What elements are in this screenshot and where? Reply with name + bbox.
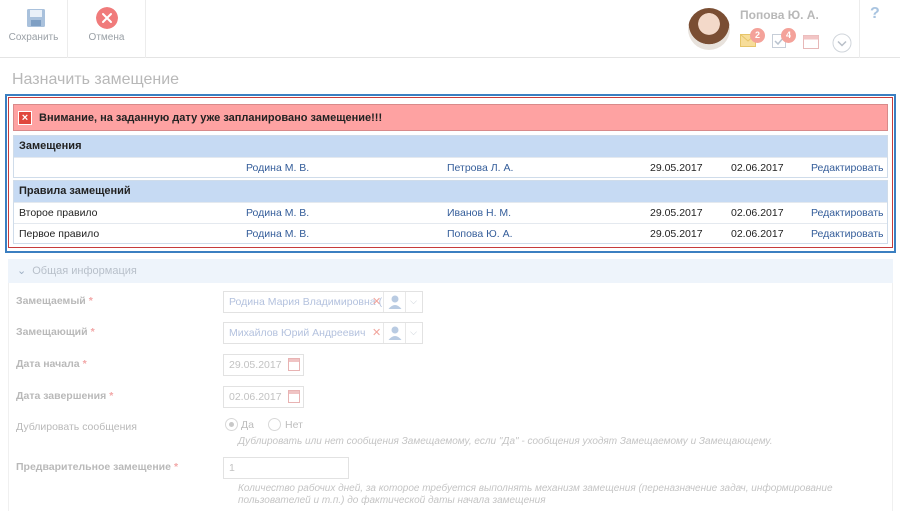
start-date: 29.05.2017 (650, 207, 703, 219)
form-body (8, 283, 893, 511)
substitutions-group: Замещения Родина М. В. Петрова Л. А. 29.… (13, 135, 888, 178)
table-row: Родина М. В. Петрова Л. А. 29.05.2017 02… (14, 157, 887, 178)
toolbar: Сохранить Отмена Попова Ю. А. 2 4 ? (0, 0, 900, 58)
radio-yes[interactable] (225, 418, 238, 431)
replaced-link[interactable]: Родина М. В. (246, 207, 309, 219)
rule-name: Второе правило (19, 207, 98, 219)
end-date: 02.06.2017 (731, 207, 784, 219)
save-label: Сохранить (8, 32, 59, 43)
replacer-link[interactable]: Попова Ю. А. (447, 228, 513, 240)
user-icon[interactable] (383, 323, 405, 343)
radio-no-label: Нет (285, 419, 303, 431)
calendar-icon[interactable] (288, 390, 300, 403)
save-button[interactable]: Сохранить (0, 0, 68, 58)
mail-badge: 2 (750, 28, 765, 43)
replaced-link[interactable]: Родина М. В. (246, 228, 309, 240)
start-date: 29.05.2017 (650, 162, 703, 174)
clear-icon[interactable]: ✕ (372, 326, 381, 339)
error-icon: × (18, 111, 32, 125)
replaced-link[interactable]: Родина М. В. (246, 162, 309, 174)
replacer-label: Замещающий * (16, 326, 95, 338)
section-title: Общая информация (32, 265, 137, 277)
duplicate-hint: Дублировать или нет сообщения Замещаемом… (238, 436, 773, 447)
avatar[interactable] (688, 8, 730, 50)
prelim-hint-line-2: пользователей и т.п.) до фактической дат… (238, 495, 546, 506)
calendar-icon[interactable] (288, 358, 300, 371)
cancel-icon (96, 7, 118, 29)
rules-group: Правила замещений Второе правило Родина … (13, 180, 888, 244)
start-date: 29.05.2017 (650, 228, 703, 240)
rule-name: Первое правило (19, 228, 100, 240)
start-date-input[interactable]: 29.05.2017 (223, 354, 304, 376)
replacer-link[interactable]: Петрова Л. А. (447, 162, 513, 174)
calendar-icon[interactable] (803, 34, 819, 49)
alert-message: Внимание, на заданную дату уже запланиро… (39, 112, 383, 124)
page-title: Назначить замещение (12, 71, 180, 88)
user-panel: Попова Ю. А. 2 4 (686, 0, 860, 58)
user-name[interactable]: Попова Ю. А. (740, 8, 819, 22)
substitutions-header: Замещения (14, 136, 887, 157)
end-date-input[interactable]: 02.06.2017 (223, 386, 304, 408)
end-date: 02.06.2017 (731, 228, 784, 240)
alert-banner: × Внимание, на заданную дату уже заплани… (13, 104, 888, 131)
replaced-label: Замещаемый * (16, 295, 93, 307)
cancel-label: Отмена (88, 32, 125, 43)
chevron-down-icon[interactable]: ⌵ (405, 292, 421, 312)
prelim-value: 1 (229, 462, 235, 474)
table-row: Второе правило Родина М. В. Иванов Н. М.… (14, 202, 887, 223)
edit-link[interactable]: Редактировать (811, 228, 884, 240)
chevron-down-icon: ⌄ (17, 265, 27, 277)
replaced-lookup[interactable]: Родина Мария Владимировна ( ✕ ⌵ (223, 291, 423, 313)
rules-header: Правила замещений (14, 181, 887, 202)
replacer-value: Михайлов Юрий Андреевич (229, 327, 366, 339)
table-row: Первое правило Родина М. В. Попова Ю. А.… (14, 223, 887, 244)
prelim-hint-line-1: Количество рабочих дней, за которое треб… (238, 483, 833, 494)
section-general[interactable]: ⌄ Общая информация (8, 259, 893, 283)
edit-link[interactable]: Редактировать (811, 162, 884, 174)
end-date-value: 02.06.2017 (229, 391, 282, 403)
start-date-value: 29.05.2017 (229, 359, 282, 371)
prelim-input[interactable]: 1 (223, 457, 349, 479)
chevron-down-icon[interactable]: ⌵ (405, 323, 421, 343)
end-date: 02.06.2017 (731, 162, 784, 174)
radio-no[interactable] (268, 418, 281, 431)
tasks-badge: 4 (781, 28, 796, 43)
clear-icon[interactable]: ✕ (372, 295, 381, 308)
start-date-label: Дата начала * (16, 358, 87, 370)
save-icon (27, 9, 45, 27)
duplicate-label: Дублировать сообщения (16, 421, 137, 433)
edit-link[interactable]: Редактировать (811, 207, 884, 219)
chevron-down-icon[interactable] (832, 33, 852, 53)
replaced-value: Родина Мария Владимировна ( (229, 296, 383, 308)
user-icon[interactable] (383, 292, 405, 312)
end-date-label: Дата завершения * (16, 390, 114, 402)
prelim-label: Предварительное замещение * (16, 461, 179, 473)
radio-yes-label: Да (241, 419, 254, 431)
replacer-lookup[interactable]: Михайлов Юрий Андреевич ✕ ⌵ (223, 322, 423, 344)
help-icon[interactable]: ? (870, 5, 880, 23)
replacer-link[interactable]: Иванов Н. М. (447, 207, 511, 219)
